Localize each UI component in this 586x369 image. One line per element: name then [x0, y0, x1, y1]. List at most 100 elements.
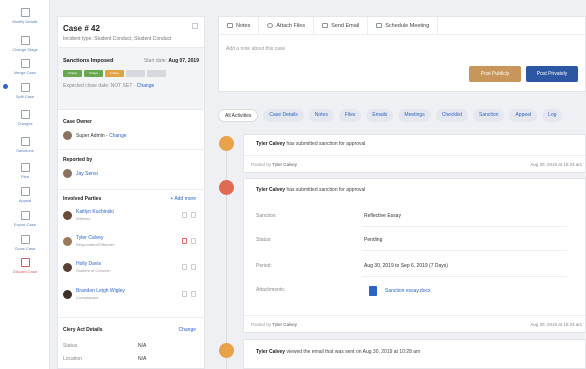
clery-act-title: Clery Act Details: [63, 327, 103, 333]
hand-icon: [20, 187, 30, 196]
clery-location-value: N/A: [138, 356, 147, 362]
sidebar-item-modify-details[interactable]: Modify Details: [0, 8, 50, 34]
post-privately-button[interactable]: Post Privately: [526, 66, 578, 82]
sanction-pill[interactable]: 0 Days: [105, 70, 124, 77]
flag-icon[interactable]: [182, 238, 187, 244]
sidebar-item-charges[interactable]: Charges: [0, 110, 50, 136]
tab-sanction[interactable]: Sanction: [473, 109, 505, 122]
sanction-value: Reflective Essay: [364, 213, 401, 219]
case-details-panel: Case # 42 Incident type: Student Conduct…: [57, 16, 205, 369]
activity-dot: [219, 180, 234, 195]
notes-icon: [227, 23, 233, 28]
export-icon: [20, 211, 30, 220]
flag-icon[interactable]: [192, 23, 198, 29]
sidebar-item-sanctions[interactable]: Sanctions: [0, 137, 50, 163]
divider: [58, 149, 204, 150]
merge-icon: [20, 59, 30, 68]
divider: [362, 276, 567, 277]
sidebar-item-discard-case[interactable]: Discard Case: [0, 258, 50, 284]
status-label: Status:: [256, 237, 272, 243]
tab-log[interactable]: Log: [542, 109, 563, 122]
trash-icon[interactable]: [191, 212, 196, 218]
involved-party[interactable]: Brandon Leigh Wigley Complainant: [63, 288, 125, 300]
party-actions: [182, 238, 196, 244]
attachment-link[interactable]: Sanction essay.docx: [385, 288, 431, 294]
note-input[interactable]: Add a note about this case: [226, 46, 285, 52]
activity-posted-by: Posted by Tyler Calvey: [251, 162, 297, 167]
trash-icon[interactable]: [191, 264, 196, 270]
case-action-sidebar: Modify Details Change Stage Merge Case S…: [0, 0, 50, 369]
sanction-label: Sanction:: [256, 213, 277, 219]
flag-icon[interactable]: [182, 212, 187, 218]
reported-by[interactable]: Jay Sensi: [63, 169, 98, 178]
divider: [58, 189, 204, 190]
activity-dot: [219, 343, 234, 358]
trash-icon: [20, 258, 30, 267]
clery-change-link[interactable]: Change: [178, 327, 196, 333]
divider: [362, 226, 567, 227]
sanctions-imposed-box: Sanctions Imposed Start date: Aug 07, 20…: [58, 47, 204, 110]
calendar-icon: [376, 23, 383, 28]
case-owner: Super Admin - Change: [63, 131, 127, 140]
tab-appeal[interactable]: Appeal: [509, 109, 538, 122]
flag-icon[interactable]: [182, 264, 187, 270]
divider: [244, 155, 585, 156]
involved-party[interactable]: Kaitlyn Kuchinski Witness: [63, 209, 114, 221]
party-actions: [182, 212, 196, 218]
flag-icon[interactable]: [182, 291, 187, 297]
avatar: [63, 131, 72, 140]
schedule-meeting-tool[interactable]: Schedule Meeting: [368, 16, 439, 35]
reported-by-label: Reported by: [63, 157, 93, 163]
stage-icon: [20, 36, 30, 45]
sanction-pill[interactable]: 0 Days: [84, 70, 103, 77]
trash-icon[interactable]: [191, 291, 196, 297]
tab-files[interactable]: Files: [338, 109, 362, 122]
sanction-pill-empty: [126, 70, 145, 77]
tab-emails[interactable]: Emails: [366, 109, 394, 122]
attach-icon: [267, 23, 274, 28]
note-toolbar: Notes Attach Files Send Email Schedule M…: [219, 16, 585, 35]
split-icon: [20, 83, 30, 92]
tab-checklist[interactable]: Checklist: [435, 109, 468, 122]
involved-parties-label: Involved Parties: [63, 196, 102, 202]
sidebar-item-plea[interactable]: Plea: [0, 163, 50, 189]
post-publicly-button[interactable]: Post Publicly: [469, 66, 521, 82]
involved-party[interactable]: Holly Davis Student of Concern: [63, 261, 110, 273]
tab-meetings[interactable]: Meetings: [398, 109, 431, 122]
period-value: Aug 30, 2019 to Sep 6, 2019 (7 Days): [364, 263, 448, 269]
tab-notes[interactable]: Notes: [308, 109, 334, 122]
activity-item: Tyler Calvey has submitted sanction for …: [243, 134, 586, 173]
tab-case-details[interactable]: Case Details: [263, 109, 304, 122]
divider: [244, 315, 585, 316]
send-email-tool[interactable]: Send Email: [314, 16, 369, 35]
change-close-date-link[interactable]: Change: [137, 83, 155, 89]
sanction-pill-empty: [147, 70, 166, 77]
sidebar-item-appeal[interactable]: Appeal: [0, 187, 50, 213]
period-label: Period:: [256, 263, 272, 269]
activity-headline: Tyler Calvey has submitted sanction for …: [256, 141, 366, 147]
sidebar-item-merge-case[interactable]: Merge Case: [0, 59, 50, 85]
sanctions-start-date: Start date: Aug 07, 2019: [143, 58, 199, 64]
notes-tool[interactable]: Notes: [219, 16, 260, 35]
avatar: [63, 236, 72, 246]
activity-dot: [219, 136, 234, 151]
party-actions: [182, 264, 196, 270]
sidebar-item-export-case[interactable]: Export Case: [0, 211, 50, 237]
add-more-parties-link[interactable]: + Add more: [170, 196, 196, 202]
activity-posted-by: Posted by Tyler Calvey: [251, 322, 297, 327]
sanction-pills: 0 Days 0 Days 0 Days: [63, 70, 166, 77]
avatar: [63, 262, 72, 272]
attach-files-tool[interactable]: Attach Files: [259, 16, 315, 35]
change-owner-link[interactable]: Change: [109, 133, 127, 139]
avatar: [63, 169, 72, 178]
trash-icon[interactable]: [191, 238, 196, 244]
clery-location-label: Location: [63, 356, 82, 362]
party-actions: [182, 291, 196, 297]
tab-all-activities[interactable]: All Activities: [218, 109, 259, 122]
sidebar-item-split-case[interactable]: Split Case: [0, 83, 50, 109]
activity-item: Tyler Calvey has submitted sanction for …: [243, 178, 586, 333]
involved-party[interactable]: Tyler Calvey Respondent/Offender: [63, 235, 114, 247]
case-title: Case # 42: [63, 24, 100, 33]
sanction-pill[interactable]: 0 Days: [63, 70, 82, 77]
activity-headline: Tyler Calvey has submitted sanction for …: [256, 187, 366, 193]
